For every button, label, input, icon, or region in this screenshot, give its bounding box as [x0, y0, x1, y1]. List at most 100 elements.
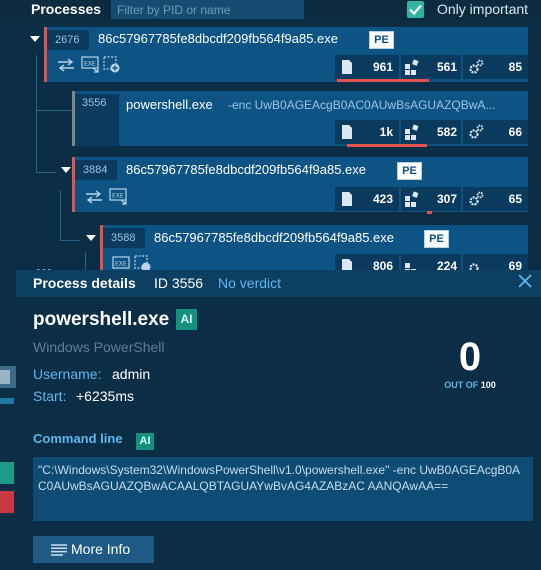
exe-icon: EXE [81, 56, 101, 74]
tree-line [85, 252, 86, 272]
only-important-checkbox[interactable] [407, 1, 424, 18]
registry-stat[interactable]: 224 [401, 254, 461, 270]
process-name: 86c57967785fe8dbcdf209fb564f9a85.exe [126, 162, 366, 177]
svg-text:EXE: EXE [112, 193, 124, 200]
tree-line [36, 55, 37, 110]
modules-count: 65 [508, 192, 522, 206]
files-count: 423 [372, 192, 393, 206]
file-icon [342, 125, 352, 139]
files-stat[interactable]: 1k [335, 120, 399, 144]
process-pid: 3556 [82, 97, 107, 109]
file-icon [342, 259, 352, 270]
command-line-text[interactable]: "C:\Windows\System32\WindowsPowerShell\v… [33, 457, 533, 521]
edge-green-tab[interactable] [0, 462, 14, 484]
start-label: Start: [33, 388, 67, 404]
collapse-caret-icon[interactable] [30, 36, 40, 42]
filter-input[interactable] [111, 0, 304, 19]
gears-icon [469, 191, 484, 206]
more-info-label: More Info [71, 541, 131, 557]
process-name: 86c57967785fe8dbcdf209fb564f9a85.exe [154, 230, 394, 245]
file-icon [342, 192, 352, 206]
exe-icon: EXE [112, 256, 132, 270]
verdict-label: No verdict [218, 275, 282, 291]
command-line-label: Command line [33, 431, 123, 446]
process-description: Windows PowerShell [33, 339, 165, 355]
check-icon [409, 4, 422, 15]
gears-icon [469, 124, 484, 139]
registry-icon [405, 263, 416, 270]
more-info-button[interactable]: More Info [33, 536, 154, 563]
add-module-icon [134, 255, 152, 270]
list-icon [51, 544, 67, 556]
edge-thumbnail [0, 366, 16, 388]
exe-icon: EXE [109, 188, 129, 206]
files-count: 961 [372, 60, 393, 74]
files-stat[interactable]: 423 [335, 187, 399, 211]
modules-count: 85 [508, 60, 522, 74]
registry-stat[interactable]: 561 [401, 55, 461, 79]
tree-line [60, 240, 80, 241]
registry-icon [405, 124, 419, 140]
activity-bar [427, 211, 432, 214]
collapse-caret-icon[interactable] [86, 235, 96, 241]
registry-stat[interactable]: 307 [401, 187, 461, 211]
edge-red-tab[interactable] [0, 491, 14, 513]
registry-icon [405, 59, 419, 75]
score-max: 100 [480, 380, 496, 390]
modules-stat[interactable]: 65 [463, 187, 528, 211]
process-name: powershell.exe [126, 97, 213, 112]
registry-count: 561 [436, 60, 457, 74]
network-icon [85, 190, 103, 204]
tree-line [36, 110, 72, 111]
threat-score: 0 [458, 335, 482, 379]
modules-stat[interactable]: 69 [463, 254, 528, 270]
process-id: ID 3556 [154, 275, 204, 291]
process-pid: 3884 [75, 160, 117, 180]
process-name: 86c57967785fe8dbcdf209fb564f9a85.exe [98, 31, 338, 46]
network-icon [57, 58, 75, 72]
gears-icon [469, 263, 479, 270]
score-out-of-label: OUT OF [444, 380, 479, 390]
pe-badge: PE [397, 162, 422, 180]
svg-text:EXE: EXE [115, 261, 127, 268]
pe-badge: PE [369, 31, 394, 49]
tree-line [36, 110, 37, 172]
only-important-label[interactable]: Only important [437, 1, 528, 17]
username-label: Username: [33, 366, 102, 382]
modules-count: 69 [508, 259, 522, 270]
process-details-title: Process details [33, 275, 136, 291]
files-count: 1k [379, 125, 393, 139]
registry-icon [405, 191, 419, 207]
pe-badge: PE [424, 230, 449, 248]
file-icon [342, 60, 352, 74]
files-count: 806 [372, 259, 393, 270]
gears-icon [469, 59, 484, 74]
tree-line [60, 190, 61, 240]
edge-fragment [0, 398, 14, 404]
svg-text:EXE: EXE [84, 61, 96, 68]
modules-stat[interactable]: 66 [463, 120, 528, 144]
username-value: admin [112, 366, 151, 382]
score-out-of: OUT OF 100 [430, 380, 510, 390]
files-stat[interactable]: 806 [335, 254, 399, 270]
process-title: powershell.exe [33, 309, 170, 330]
modules-stat[interactable]: 85 [463, 55, 528, 79]
add-module-icon [103, 56, 121, 74]
tree-line [36, 172, 56, 173]
processes-title: Processes [31, 1, 102, 17]
process-pid: 2676 [47, 30, 89, 50]
process-pid: 3588 [103, 228, 145, 248]
ai-badge[interactable]: AI [176, 309, 197, 330]
registry-count: 582 [436, 125, 457, 139]
process-cmdline: -enc UwB0AGEAcgB0AC0AUwBsAGUAZQBwA... [228, 98, 496, 112]
modules-count: 66 [508, 125, 522, 139]
registry-count: 307 [436, 192, 457, 206]
start-value: +6235ms [76, 388, 134, 404]
files-stat[interactable]: 961 [335, 55, 399, 79]
close-icon[interactable] [517, 273, 533, 294]
registry-stat[interactable]: 582 [401, 120, 461, 144]
ai-badge[interactable]: AI [136, 433, 154, 450]
activity-bar [347, 144, 427, 147]
collapse-caret-icon[interactable] [61, 167, 71, 173]
activity-bar [337, 79, 429, 82]
